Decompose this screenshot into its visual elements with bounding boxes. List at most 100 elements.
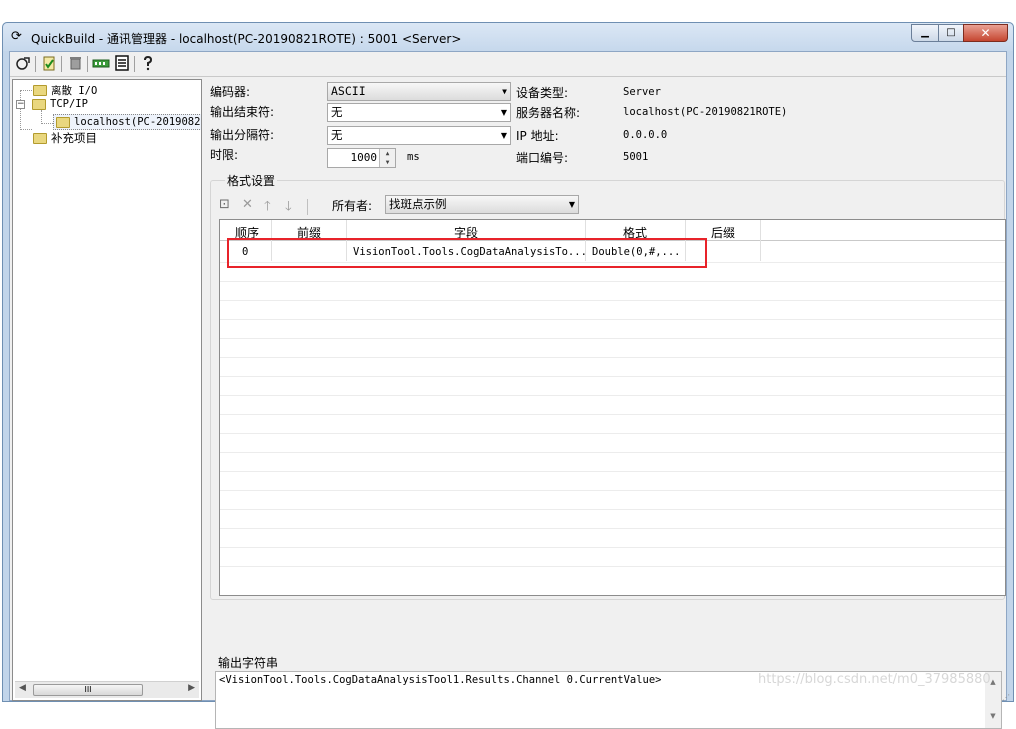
out-terminator-select[interactable]: 无 ▼ — [327, 103, 511, 122]
maximize-button[interactable]: □ — [938, 24, 964, 42]
scroll-down-icon[interactable]: ▼ — [985, 712, 1001, 720]
out-terminator-value: 无 — [331, 105, 343, 119]
minimize-button[interactable]: ▁ — [911, 24, 939, 42]
encoder-label: 编码器: — [210, 85, 251, 99]
tree-connector — [41, 123, 53, 124]
spin-buttons[interactable]: ▲ ▼ — [379, 149, 395, 167]
row-line — [220, 395, 1005, 396]
list-icon[interactable] — [113, 55, 131, 73]
out-separator-value: 无 — [331, 128, 343, 142]
move-down-icon[interactable]: 🡓 — [285, 197, 292, 219]
toolbar-separator — [87, 56, 88, 72]
row-line — [220, 509, 1005, 510]
check-icon[interactable] — [40, 55, 58, 73]
out-terminator-label: 输出结束符: — [210, 105, 275, 119]
dropdown-arrow-icon: ▼ — [502, 87, 507, 96]
timeout-unit: ms — [407, 151, 420, 163]
row-line — [220, 338, 1005, 339]
ip-value: 0.0.0.0 — [623, 129, 668, 141]
close-button[interactable]: ✕ — [963, 24, 1008, 42]
owner-select[interactable]: 找斑点示例 ▼ — [385, 195, 579, 214]
toolbar-separator — [61, 56, 62, 72]
folder-icon — [56, 116, 70, 128]
toolbar — [10, 52, 1006, 77]
tree-item-localhost[interactable]: localhost(PC-20190821 — [53, 114, 202, 130]
owner-label: 所有者: — [332, 199, 373, 213]
port-label: 端口编号: — [516, 151, 569, 165]
collapse-icon[interactable]: − — [16, 99, 25, 109]
format-settings-label: 格式设置 — [225, 172, 278, 189]
row-line — [220, 376, 1005, 377]
scroll-thumb[interactable]: III — [33, 684, 143, 696]
watermark: https://blog.csdn.net/m0_37985880 — [758, 672, 991, 687]
tree-item-label: localhost(PC-20190821 — [74, 116, 202, 128]
timeout-spinner[interactable]: 1000 ▲ ▼ — [327, 148, 396, 168]
folder-icon — [33, 132, 47, 144]
title-bar[interactable]: ⟳ QuickBuild - 通讯管理器 - localhost(PC-2019… — [3, 23, 1013, 51]
scroll-right-icon[interactable]: ▶ — [188, 683, 195, 693]
tree-item-label: TCP/IP — [50, 98, 88, 110]
encoder-value: ASCII — [331, 84, 366, 98]
row-line — [220, 319, 1005, 320]
server-name-label: 服务器名称: — [516, 106, 581, 120]
trash-icon[interactable] — [66, 55, 84, 73]
tree-item-label: 补充项目 — [51, 131, 97, 145]
folder-icon — [33, 85, 47, 96]
out-separator-label: 输出分隔符: — [210, 128, 275, 142]
toolbar-separator — [134, 56, 135, 72]
row-line — [220, 471, 1005, 472]
help-icon[interactable] — [139, 55, 157, 73]
dropdown-arrow-icon: ▼ — [500, 131, 507, 140]
owner-value: 找斑点示例 — [389, 197, 447, 211]
row-line — [220, 300, 1005, 301]
server-name-value: localhost(PC-20190821ROTE) — [623, 106, 788, 118]
row-line — [220, 414, 1005, 415]
app-window: ⟳ QuickBuild - 通讯管理器 - localhost(PC-2019… — [2, 22, 1014, 729]
tree-item-supplement[interactable]: 补充项目 — [33, 130, 97, 146]
window-title: QuickBuild - 通讯管理器 - localhost(PC-201908… — [31, 32, 462, 46]
toolbar-separator — [35, 56, 36, 72]
timeout-label: 时限: — [210, 148, 239, 162]
resize-grip-icon[interactable]: ⋰ — [1002, 693, 1010, 702]
ip-label: IP 地址: — [516, 129, 559, 143]
tree-connector — [41, 110, 42, 124]
highlight-annotation — [227, 238, 707, 268]
row-line — [220, 281, 1005, 282]
settings-panel: 编码器: ASCII ▼ 输出结束符: 无 ▼ 输出分隔符: 无 ▼ 时限: 1000… — [207, 79, 1006, 729]
tree-connector — [20, 90, 32, 91]
tree-item-label: 离散 I/O — [51, 85, 98, 97]
output-string-label: 输出字符串 — [218, 656, 279, 670]
row-line — [220, 528, 1005, 529]
device-type-value: Server — [623, 86, 661, 98]
port-value: 5001 — [623, 151, 649, 163]
format-settings-group: 格式设置 ⊡ ✕ 🡑 🡓 所有者: 找斑点示例 ▼ 顺序 前缀 字段 格式 后缀… — [210, 172, 1006, 600]
format-table: 顺序 前缀 字段 格式 后缀 0 VisionTool.Tools.CogDat… — [219, 219, 1006, 596]
row-line — [220, 490, 1005, 491]
scroll-left-icon[interactable]: ◀ — [19, 683, 26, 693]
dropdown-arrow-icon: ▼ — [568, 200, 575, 209]
tree-connector — [20, 90, 21, 130]
row-line — [220, 566, 1005, 567]
out-separator-select[interactable]: 无 ▼ — [327, 126, 511, 145]
tree-item-tcpip[interactable]: − TCP/IP — [16, 98, 88, 110]
tree-connector — [20, 129, 32, 130]
encoder-select[interactable]: ASCII ▼ — [327, 82, 511, 101]
move-up-icon[interactable]: 🡑 — [264, 197, 271, 219]
row-line — [220, 547, 1005, 548]
delete-row-icon[interactable]: ✕ — [242, 197, 253, 212]
app-icon: ⟳ — [11, 29, 22, 44]
tree-item-discrete-io[interactable]: 离散 I/O — [33, 83, 97, 98]
device-icon[interactable] — [92, 55, 110, 73]
timeout-value: 1000 — [350, 151, 378, 164]
tree-panel: 离散 I/O − TCP/IP localhost(PC-20190821 补充… — [12, 79, 202, 701]
connect-icon[interactable] — [14, 55, 32, 73]
tree-horizontal-scrollbar[interactable]: ◀ III ▶ — [15, 681, 199, 698]
toolbar-separator — [307, 199, 308, 215]
row-line — [220, 452, 1005, 453]
device-type-label: 设备类型: — [516, 86, 569, 100]
row-line — [220, 357, 1005, 358]
column-divider — [760, 220, 761, 261]
new-row-icon[interactable]: ⊡ — [219, 197, 230, 212]
row-line — [220, 433, 1005, 434]
dropdown-arrow-icon: ▼ — [500, 108, 507, 117]
